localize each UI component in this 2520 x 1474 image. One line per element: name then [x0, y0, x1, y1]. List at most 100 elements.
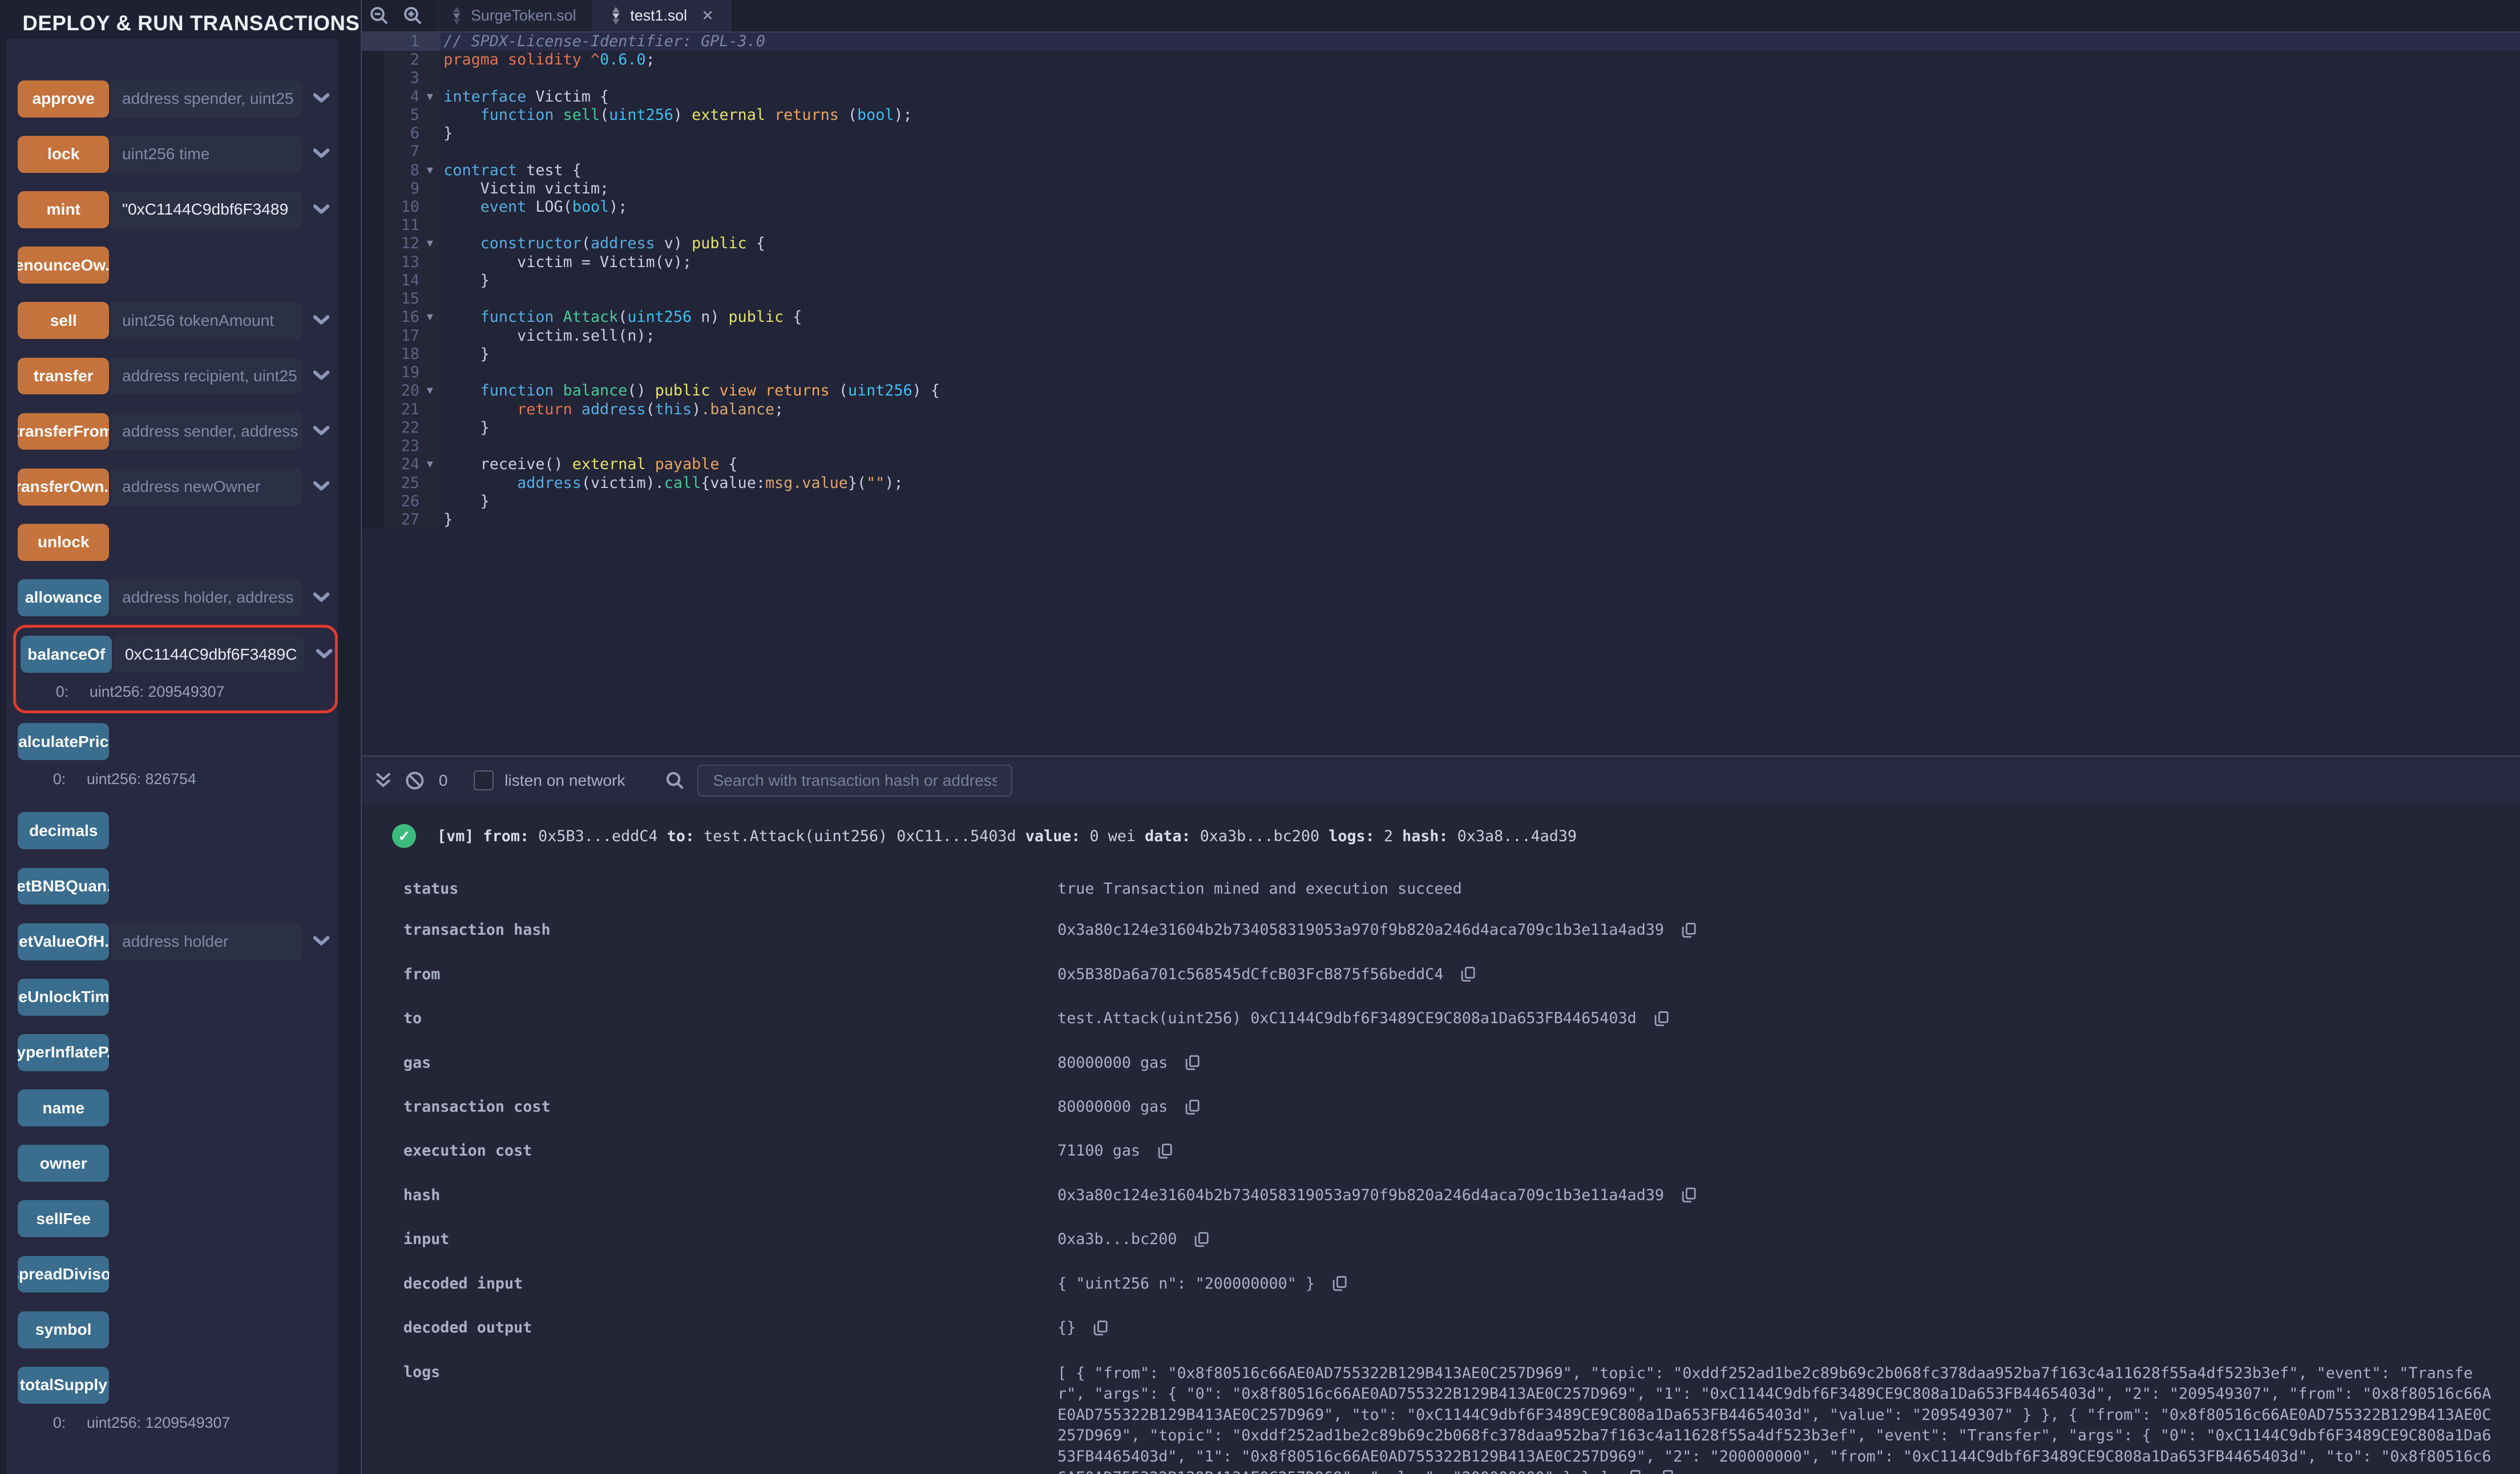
expand-args-chevron-icon[interactable] — [313, 93, 329, 104]
function-button-name[interactable]: name — [18, 1089, 110, 1126]
code-line[interactable]: 9 Victim victim; — [362, 180, 2520, 198]
copy-icon[interactable] — [1659, 1469, 1673, 1473]
listen-on-network-checkbox[interactable] — [474, 770, 494, 790]
function-args-input-balanceof[interactable]: 0xC1144C9dbf6F3489C — [114, 636, 305, 673]
function-button-lock[interactable]: lock — [18, 136, 110, 173]
function-args-input-sell[interactable]: uint256 tokenAmount — [111, 302, 302, 339]
function-args-input-transferfrom[interactable]: address sender, address — [111, 413, 302, 450]
code-line[interactable]: 8▼contract test { — [362, 161, 2520, 180]
code-editor[interactable]: SurgeToken.soltest1.sol✕ 1// SPDX-Licens… — [362, 0, 2520, 756]
expand-args-chevron-icon[interactable] — [313, 481, 329, 492]
function-button-transferown[interactable]: transferOwn... — [18, 469, 110, 506]
code-line[interactable]: 5 function sell(uint256) external return… — [362, 106, 2520, 124]
expand-args-chevron-icon[interactable] — [313, 148, 329, 160]
expand-args-chevron-icon[interactable] — [313, 370, 329, 382]
function-button-transfer[interactable]: transfer — [18, 358, 110, 395]
code-line[interactable]: 15 — [362, 290, 2520, 308]
copy-icon[interactable] — [1332, 1275, 1347, 1295]
expand-args-chevron-icon[interactable] — [313, 592, 329, 604]
code-line[interactable]: 14 } — [362, 272, 2520, 290]
copy-icon[interactable] — [1682, 922, 1696, 942]
function-args-input-approve[interactable]: address spender, uint25 — [111, 80, 302, 118]
function-args-input-allowance[interactable]: address holder, address — [111, 579, 302, 616]
fold-arrow-icon[interactable]: ▼ — [419, 382, 441, 400]
expand-args-chevron-icon[interactable] — [316, 649, 332, 660]
function-button-approve[interactable]: approve — [18, 80, 110, 118]
code-line[interactable]: 20▼ function balance() public view retur… — [362, 382, 2520, 400]
function-button-owner[interactable]: owner — [18, 1145, 110, 1182]
function-button-unlock[interactable]: unlock — [18, 524, 110, 561]
code-line[interactable]: 4▼interface Victim { — [362, 88, 2520, 106]
close-tab-icon[interactable]: ✕ — [701, 7, 713, 25]
function-button-symbol[interactable]: symbol — [18, 1311, 110, 1348]
code-line[interactable]: 2pragma solidity ^0.6.0; — [362, 51, 2520, 69]
function-button-getvalueofh[interactable]: getValueOfH... — [18, 923, 110, 960]
function-button-getbnbquan[interactable]: getBNBQuan... — [18, 868, 110, 905]
function-button-totalsupply[interactable]: totalSupply — [18, 1367, 110, 1404]
function-args-input-transferown[interactable]: address newOwner — [111, 469, 302, 506]
transaction-summary[interactable]: ✓ [vm] from: 0x5B3...eddC4 to: test.Atta… — [392, 824, 2520, 848]
fold-arrow-icon[interactable]: ▼ — [419, 308, 441, 326]
function-button-decimals[interactable]: decimals — [18, 812, 110, 849]
function-button-sell[interactable]: sell — [18, 302, 110, 339]
terminal-search-input[interactable] — [710, 770, 1000, 791]
code-line[interactable]: 21 return address(this).balance; — [362, 401, 2520, 419]
code-line[interactable]: 3 — [362, 69, 2520, 87]
function-button-hyperinflatep[interactable]: hyperInflateP... — [18, 1034, 110, 1071]
copy-icon[interactable] — [1682, 1187, 1696, 1207]
function-args-input-transfer[interactable]: address recipient, uint25 — [111, 358, 302, 395]
function-button-calculateprice[interactable]: calculatePrice — [18, 723, 110, 760]
expand-terminal-icon[interactable] — [376, 773, 390, 789]
function-button-spreaddivisor[interactable]: spreadDivisor — [18, 1256, 110, 1293]
function-button-geunlocktime[interactable]: geUnlockTime — [18, 979, 110, 1016]
code-line[interactable]: 26 } — [362, 492, 2520, 511]
function-button-mint[interactable]: mint — [18, 191, 110, 228]
zoom-in-icon[interactable] — [403, 6, 423, 26]
copy-icon[interactable] — [1654, 1011, 1669, 1031]
tab-test1sol[interactable]: test1.sol✕ — [593, 0, 731, 31]
fold-arrow-icon[interactable]: ▼ — [419, 88, 441, 106]
copy-icon[interactable] — [1185, 1055, 1200, 1075]
code-line[interactable]: 10 event LOG(bool); — [362, 198, 2520, 216]
copy-icon[interactable] — [1093, 1320, 1108, 1340]
function-args-input-lock[interactable]: uint256 time — [111, 136, 302, 173]
copy-icon[interactable] — [1626, 1469, 1641, 1473]
code-line[interactable]: 18 } — [362, 345, 2520, 364]
code-line[interactable]: 27} — [362, 511, 2520, 529]
function-button-balanceof[interactable]: balanceOf — [21, 636, 112, 673]
function-args-input-getvalueofh[interactable]: address holder — [111, 923, 302, 960]
copy-icon[interactable] — [1461, 966, 1475, 986]
code-line[interactable]: 17 victim.sell(n); — [362, 327, 2520, 345]
code-line[interactable]: 19 — [362, 364, 2520, 382]
expand-args-chevron-icon[interactable] — [313, 204, 329, 216]
zoom-out-icon[interactable] — [370, 6, 389, 26]
expand-args-chevron-icon[interactable] — [313, 315, 329, 326]
copy-icon[interactable] — [1158, 1143, 1172, 1163]
code-line[interactable]: 13 victim = Victim(v); — [362, 253, 2520, 272]
copy-icon[interactable] — [1185, 1099, 1200, 1119]
fold-arrow-icon[interactable]: ▼ — [419, 161, 441, 180]
fold-arrow-icon[interactable]: ▼ — [419, 455, 441, 474]
function-button-renounceow[interactable]: renounceOw... — [18, 247, 110, 284]
function-button-sellfee[interactable]: sellFee — [18, 1200, 110, 1237]
code-line[interactable]: 16▼ function Attack(uint256 n) public { — [362, 308, 2520, 326]
code-line[interactable]: 12▼ constructor(address v) public { — [362, 235, 2520, 253]
code-line[interactable]: 22 } — [362, 419, 2520, 437]
function-button-allowance[interactable]: allowance — [18, 579, 110, 616]
clear-console-icon[interactable] — [405, 771, 425, 790]
expand-args-chevron-icon[interactable] — [313, 426, 329, 437]
expand-args-chevron-icon[interactable] — [313, 936, 329, 947]
code-line[interactable]: 25 address(victim).call{value:msg.value}… — [362, 474, 2520, 492]
copy-icon[interactable] — [1194, 1231, 1209, 1251]
code-line[interactable]: 23 — [362, 437, 2520, 455]
tab-surgetokensol[interactable]: SurgeToken.sol — [434, 0, 593, 31]
code-area[interactable]: 1// SPDX-License-Identifier: GPL-3.02pra… — [362, 33, 2520, 529]
code-line[interactable]: 1// SPDX-License-Identifier: GPL-3.0 — [362, 33, 2520, 51]
code-line[interactable]: 6} — [362, 124, 2520, 143]
code-line[interactable]: 7 — [362, 143, 2520, 161]
function-button-transferfrom[interactable]: transferFrom — [18, 413, 110, 450]
function-args-input-mint[interactable]: "0xC1144C9dbf6F3489 — [111, 191, 302, 228]
fold-arrow-icon[interactable]: ▼ — [419, 235, 441, 253]
code-line[interactable]: 11 — [362, 216, 2520, 235]
code-line[interactable]: 24▼ receive() external payable { — [362, 455, 2520, 474]
